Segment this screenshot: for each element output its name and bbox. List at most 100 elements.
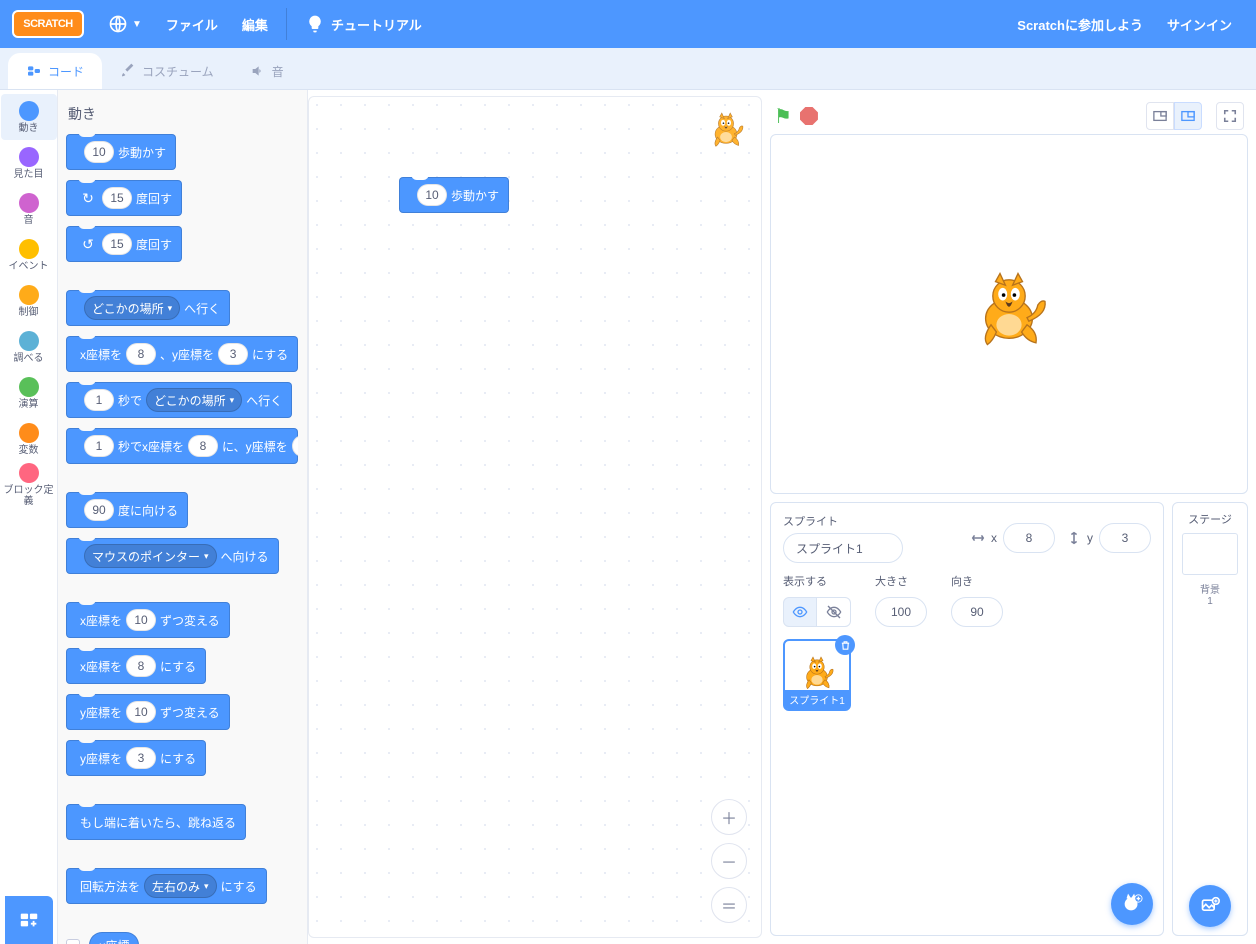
block-change-y[interactable]: y座標を10ずつ変える (66, 694, 230, 730)
block-glide-menu[interactable]: 1秒で どこかの場所へ行く (66, 382, 292, 418)
trash-icon (840, 640, 851, 651)
block-point-direction[interactable]: 90度に向ける (66, 492, 188, 528)
block-turn-cw[interactable]: ↻ 15度回す (66, 180, 182, 216)
block-glide-xy[interactable]: 1秒でx座標を 8に、y座標を 3 (66, 428, 298, 464)
language-menu[interactable]: ▼ (96, 0, 154, 48)
extension-icon (18, 909, 40, 931)
stage-sprite-cat[interactable] (964, 239, 1054, 389)
small-stage-icon (1153, 109, 1167, 123)
workspace[interactable]: 10歩動かす ＋ － ＝ (308, 96, 762, 938)
block-set-x[interactable]: x座標を8にする (66, 648, 206, 684)
category-4[interactable]: 制御 (1, 278, 57, 324)
category-dot (19, 377, 39, 397)
add-sprite-button[interactable] (1111, 883, 1153, 925)
block-change-x[interactable]: x座標を10ずつ変える (66, 602, 230, 638)
tutorials-button[interactable]: チュートリアル (293, 0, 434, 48)
sprite-tile-thumb (797, 655, 837, 695)
block-bounce-edge[interactable]: もし端に着いたら、跳ね返る (66, 804, 246, 840)
reporter-checkbox-x[interactable] (66, 939, 80, 944)
tab-sounds[interactable]: 音 (232, 53, 302, 89)
join-link[interactable]: Scratchに参加しよう (1005, 0, 1155, 48)
delete-sprite-button[interactable] (835, 635, 855, 655)
sprite-name-input[interactable] (783, 533, 903, 563)
cat-plus-icon (1121, 893, 1143, 915)
category-column: 動き見た目音イベント制御調べる演算変数ブロック定義 (0, 90, 58, 944)
category-3[interactable]: イベント (1, 232, 57, 278)
image-plus-icon (1200, 896, 1220, 916)
category-dot (19, 285, 39, 305)
sprite-size-input[interactable] (875, 597, 927, 627)
sprite-info-panel: スプライト x y (770, 502, 1164, 936)
large-stage-icon (1181, 109, 1195, 123)
category-7[interactable]: 変数 (1, 416, 57, 462)
block-goto-xy[interactable]: x座標を8 、y座標を3 にする (66, 336, 298, 372)
category-dot (19, 239, 39, 259)
green-flag-button[interactable]: ⚑ (774, 104, 792, 129)
brush-icon (120, 63, 136, 79)
menu-bar: SCRATCH ▼ ファイル 編集 チュートリアル Scratchに参加しよう … (0, 0, 1256, 48)
block-turn-ccw[interactable]: ↺ 15度回す (66, 226, 182, 262)
menu-divider (286, 8, 287, 40)
sound-icon (250, 63, 266, 79)
category-0[interactable]: 動き (1, 94, 57, 140)
stage-controls: ⚑ (770, 98, 1248, 134)
eye-off-icon (826, 604, 842, 620)
category-dot (19, 193, 39, 213)
tab-costumes[interactable]: コスチューム (102, 53, 232, 89)
sprite-y-input[interactable] (1099, 523, 1151, 553)
sprite-direction-input[interactable] (951, 597, 1003, 627)
scratch-logo[interactable]: SCRATCH (12, 10, 84, 38)
category-dot (19, 101, 39, 121)
category-5[interactable]: 調べる (1, 324, 57, 370)
palette-header: 動き (68, 104, 300, 124)
sprite-label: スプライト (783, 513, 903, 529)
file-menu[interactable]: ファイル (154, 0, 230, 48)
backdrop-thumb[interactable] (1182, 533, 1238, 575)
category-dot (19, 423, 39, 443)
workspace-block-move-steps[interactable]: 10歩動かす (399, 177, 509, 213)
block-rotation-style[interactable]: 回転方法を左右のみにする (66, 868, 267, 904)
stage-large-button[interactable] (1174, 102, 1202, 130)
fullscreen-button[interactable] (1216, 102, 1244, 130)
stage-small-button[interactable] (1146, 102, 1174, 130)
block-palette[interactable]: 動き 10歩動かす ↻ 15度回す ↺ 15度回す どこかの場所へ行く x座標を… (58, 90, 308, 944)
category-dot (19, 331, 39, 351)
sprite-x-input[interactable] (1003, 523, 1055, 553)
category-1[interactable]: 見た目 (1, 140, 57, 186)
bulb-icon (305, 14, 325, 34)
category-dot (19, 147, 39, 167)
zoom-in-button[interactable]: ＋ (711, 799, 747, 835)
category-6[interactable]: 演算 (1, 370, 57, 416)
block-goto-menu[interactable]: どこかの場所へ行く (66, 290, 230, 326)
category-dot (19, 463, 39, 483)
stage-selector[interactable]: ステージ 背景 1 (1172, 502, 1248, 936)
fullscreen-icon (1223, 109, 1237, 123)
block-move-steps[interactable]: 10歩動かす (66, 134, 176, 170)
x-arrow-icon (971, 531, 985, 545)
zoom-reset-button[interactable]: ＝ (711, 887, 747, 923)
edit-menu[interactable]: 編集 (230, 0, 280, 48)
globe-icon (108, 14, 128, 34)
eye-icon (792, 604, 808, 620)
block-point-towards[interactable]: マウスのポインターへ向ける (66, 538, 279, 574)
stop-button[interactable] (800, 107, 818, 125)
workspace-sprite-thumb (705, 111, 747, 153)
block-x-position[interactable]: x座標 (89, 932, 139, 944)
turn-cw-icon: ↻ (80, 190, 96, 207)
add-extension-button[interactable] (5, 896, 53, 944)
code-icon (26, 63, 42, 79)
sprite-list: スプライト1 (783, 639, 1151, 925)
signin-link[interactable]: サインイン (1155, 0, 1244, 48)
add-backdrop-button[interactable] (1189, 885, 1231, 927)
zoom-out-button[interactable]: － (711, 843, 747, 879)
show-sprite-button[interactable] (783, 597, 817, 627)
y-arrow-icon (1067, 531, 1081, 545)
stage[interactable] (770, 134, 1248, 494)
hide-sprite-button[interactable] (817, 597, 851, 627)
block-set-y[interactable]: y座標を3にする (66, 740, 206, 776)
tab-code[interactable]: コード (8, 53, 102, 89)
sprite-tile-1[interactable]: スプライト1 (783, 639, 851, 711)
category-2[interactable]: 音 (1, 186, 57, 232)
turn-ccw-icon: ↺ (80, 236, 96, 253)
category-8[interactable]: ブロック定義 (1, 462, 57, 508)
